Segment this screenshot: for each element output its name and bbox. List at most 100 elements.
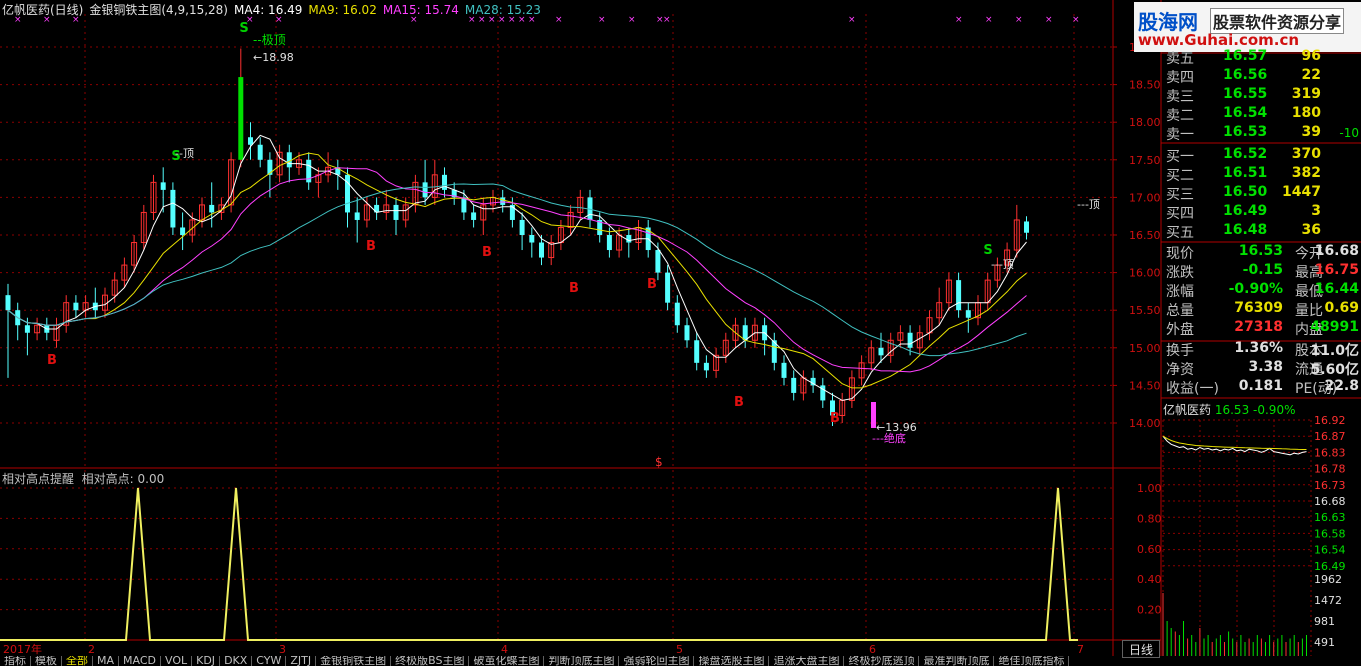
mini-price-label: 16.68 — [1314, 495, 1346, 508]
sell-level-row[interactable]: 卖一 16.53 39 -10 — [1163, 124, 1361, 143]
stat-value: 22.8 — [1324, 378, 1359, 394]
candle-body — [354, 212, 360, 220]
buy-level-row[interactable]: 买三 16.50 1447 — [1163, 184, 1361, 203]
candle-body — [655, 250, 661, 273]
candle-body — [529, 235, 535, 243]
quote-stat-row: 净资 3.38 流通 5.60亿 — [1163, 359, 1361, 378]
candle-body — [248, 137, 253, 145]
sell-level-row[interactable]: 卖四 16.56 22 — [1163, 67, 1361, 86]
buy-signal: B — [734, 395, 744, 410]
indicator-tab[interactable]: 模板 — [31, 656, 62, 666]
indicator-tab[interactable]: 终极抄底逃顶 — [844, 656, 920, 666]
candle-body — [257, 144, 263, 160]
indicator-tab[interactable]: 绝佳顶底指标 — [994, 656, 1070, 666]
bottom-tag-label: ---绝底 — [872, 431, 906, 445]
buy-level-label: 买五 — [1166, 225, 1194, 241]
sell-level-row[interactable]: 卖三 16.55 319 — [1163, 86, 1361, 105]
top-marker: × — [555, 15, 563, 25]
candle-body — [1024, 221, 1029, 233]
candle-body — [665, 272, 671, 303]
indicator-tab[interactable]: 破茧化蝶主图 — [469, 656, 545, 666]
quote-stat-row: 换手 1.36% 股本 11.0亿 — [1163, 340, 1361, 359]
indicator-name: 金银铜铁主图(4,9,15,28) — [89, 3, 228, 17]
indicator-tab[interactable]: CYW — [252, 656, 287, 666]
stat-value: 16.68 — [1314, 243, 1359, 259]
mini-volume-label: 491 — [1314, 636, 1335, 649]
sell-level-label: 卖二 — [1166, 108, 1194, 124]
indicator-tab[interactable]: 判断顶底主图 — [544, 656, 620, 666]
sub-chart-header: 相对高点提醒 相对高点: 0.00 — [2, 470, 164, 487]
top-marker: × — [1072, 15, 1080, 25]
stat-value: 5.60亿 — [1310, 362, 1359, 378]
price-axis-label: 17.00 — [1129, 191, 1161, 204]
stat-value: 1.36% — [1234, 340, 1283, 356]
top-marker: × — [663, 15, 671, 25]
indicator-tab[interactable]: 全部 — [62, 656, 93, 666]
mini-volume-label: 1472 — [1314, 594, 1342, 607]
ma15-value: MA15: 15.74 — [382, 3, 459, 17]
site-logo: 股海网 股票软件资源分享 www.Guhai.com.cn — [1134, 2, 1361, 52]
x-axis-label: 7 — [1077, 643, 1084, 656]
stat-value: 11.0亿 — [1310, 343, 1359, 359]
candle-body — [519, 219, 525, 235]
buy-level-label: 买二 — [1166, 168, 1194, 184]
buy-signal: B — [47, 353, 57, 368]
sub-axis-label: 0.40 — [1137, 573, 1162, 586]
x-axis-label: 5 — [676, 643, 683, 656]
buy-level-row[interactable]: 买一 16.52 370 — [1163, 146, 1361, 165]
chart-header: 亿帆医药(日线) 金银铜铁主图(4,9,15,28) MA4: 16.49 MA9: … — [2, 1, 547, 18]
top-price-label: ←18.98 — [253, 51, 294, 64]
price-axis-label: 14.00 — [1129, 417, 1161, 430]
ding-label: --顶 — [175, 147, 194, 160]
stat-label: 外盘 — [1166, 322, 1194, 338]
buy-level-row[interactable]: 买四 16.49 3 — [1163, 203, 1361, 222]
indicator-tab[interactable]: 指标 — [0, 656, 31, 666]
stat-label: 总量 — [1166, 303, 1194, 319]
ma15-line — [7, 167, 1027, 373]
candle-body — [393, 204, 399, 220]
candle-body — [170, 189, 176, 228]
x-axis-label: 6 — [869, 643, 876, 656]
buy-level-row[interactable]: 买五 16.48 36 — [1163, 222, 1361, 241]
indicator-tab[interactable]: VOL — [161, 656, 193, 666]
period-tab[interactable]: 日线 — [1122, 640, 1160, 658]
indicator-tab[interactable]: 金银铜铁主图 — [316, 656, 392, 666]
candle-body — [471, 212, 477, 220]
candle-body — [781, 362, 787, 378]
quote-stat-row: 总量 76309 量比 0.69 — [1163, 300, 1361, 319]
kline-chart-area[interactable]: 19.0018.5018.0017.5017.0016.5016.0015.50… — [0, 0, 1361, 666]
indicator-tab[interactable]: MA — [93, 656, 120, 666]
indicator-tab[interactable]: DKX — [220, 656, 253, 666]
candle-body — [956, 280, 962, 311]
candle-body — [160, 182, 166, 190]
indicator-tab[interactable]: 强弱轮回主图 — [619, 656, 695, 666]
sell-signal: S — [983, 243, 992, 258]
buy-level-label: 买三 — [1166, 187, 1194, 203]
buy-level-row[interactable]: 买二 16.51 382 — [1163, 165, 1361, 184]
stat-label: 换手 — [1166, 343, 1194, 359]
price-axis-label: 15.50 — [1129, 304, 1161, 317]
buy-signal: B — [569, 281, 579, 296]
candle-body — [674, 302, 680, 326]
mini-price-label: 16.54 — [1314, 544, 1346, 557]
indicator-tab[interactable]: MACD — [119, 656, 161, 666]
candle-body — [703, 362, 709, 371]
sell-level-volume: 22 — [1301, 67, 1321, 83]
indicator-tab[interactable]: KDJ — [192, 656, 221, 666]
stat-label: 涨幅 — [1166, 284, 1194, 300]
stat-label: 现价 — [1166, 246, 1194, 262]
top-marker: × — [955, 15, 963, 25]
candle-body — [907, 332, 913, 348]
sell-level-volume: 180 — [1291, 105, 1321, 121]
indicator-tab[interactable]: 追涨大盘主图 — [769, 656, 845, 666]
sub-axis-label: 0.60 — [1137, 543, 1162, 556]
indicator-tab[interactable]: 最准判断顶底 — [919, 656, 995, 666]
mini-price-label: 16.78 — [1314, 463, 1346, 476]
sell-level-row[interactable]: 卖五 16.57 96 — [1163, 48, 1361, 67]
indicator-tab[interactable]: 终极版BS主图 — [391, 656, 470, 666]
sell-level-row[interactable]: 卖二 16.54 180 — [1163, 105, 1361, 124]
indicator-tab[interactable]: ZJTJ — [286, 656, 317, 666]
price-axis-label: 18.50 — [1129, 79, 1161, 92]
stat-label: 净资 — [1166, 362, 1194, 378]
indicator-tab[interactable]: 操盘选股主图 — [694, 656, 770, 666]
